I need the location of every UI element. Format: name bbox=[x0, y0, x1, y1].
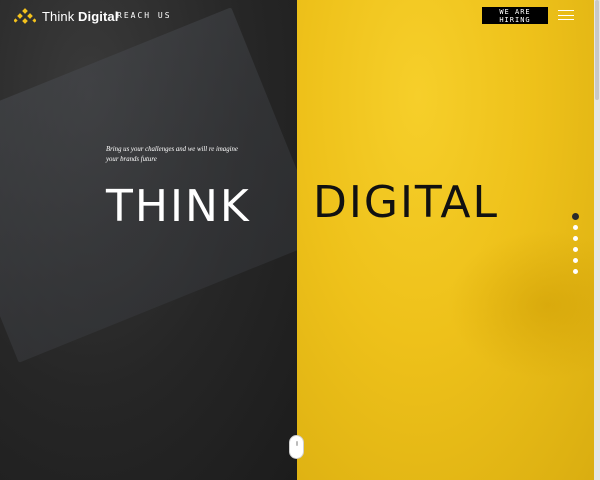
pagination-dot[interactable] bbox=[573, 236, 578, 241]
pagination-dot[interactable] bbox=[573, 247, 578, 252]
hamburger-menu-icon[interactable] bbox=[558, 8, 574, 22]
mouse-scroll-icon[interactable] bbox=[289, 435, 304, 459]
page-scrollbar[interactable] bbox=[594, 0, 600, 480]
pagination-dot[interactable] bbox=[573, 269, 578, 274]
hero-word-think: THINK bbox=[106, 181, 251, 232]
brand-logo[interactable]: Think Digital bbox=[14, 8, 118, 24]
mouse-wheel bbox=[296, 441, 298, 446]
we-are-hiring-button[interactable]: WE ARE HIRING bbox=[482, 7, 548, 24]
menu-line bbox=[558, 19, 574, 20]
pagination-dot[interactable] bbox=[573, 214, 578, 219]
scrollbar-thumb[interactable] bbox=[595, 0, 599, 100]
pagination-dot[interactable] bbox=[573, 225, 578, 230]
hero-right-panel bbox=[297, 0, 600, 480]
brand-name: Think Digital bbox=[42, 9, 118, 24]
slide-pagination bbox=[573, 214, 578, 274]
pagination-dot[interactable] bbox=[573, 258, 578, 263]
menu-line bbox=[558, 14, 574, 16]
reach-us-link[interactable]: REACH US bbox=[117, 11, 172, 20]
brand-name-bold: Digital bbox=[78, 8, 119, 24]
hero-left-panel bbox=[0, 0, 297, 480]
menu-line bbox=[558, 10, 574, 11]
hero-word-digital: DIGITAL bbox=[313, 177, 500, 228]
brand-name-light: Think bbox=[42, 8, 75, 24]
diamond-dots-logo-icon bbox=[14, 8, 36, 24]
hero-tagline: Bring us your challenges and we will re … bbox=[106, 146, 238, 163]
